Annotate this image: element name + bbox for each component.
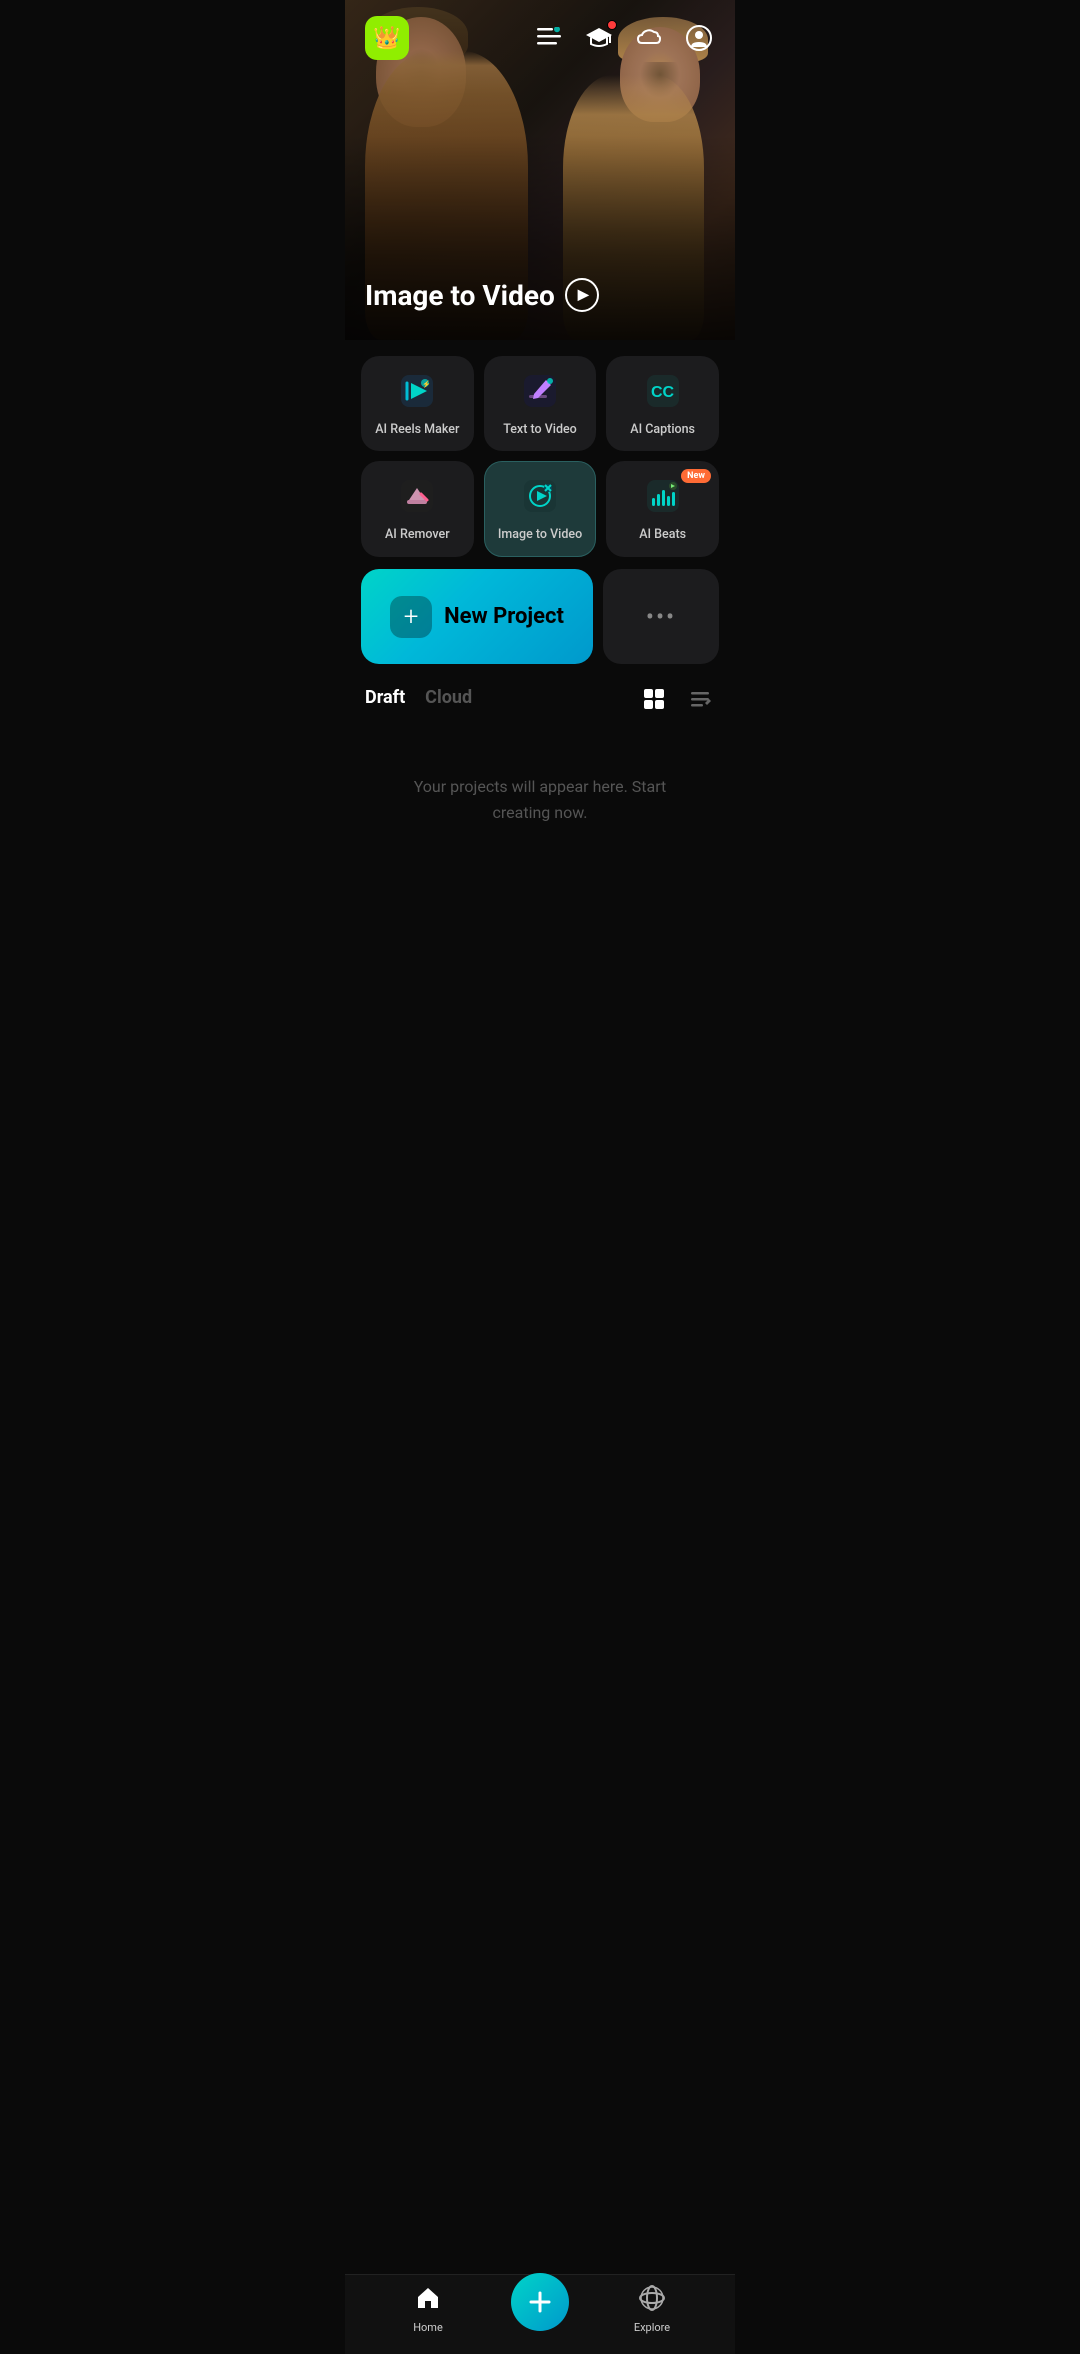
tool-card-ai-remover[interactable]: AI Remover (361, 461, 474, 557)
text-to-video-icon (524, 375, 556, 412)
explore-icon (639, 2285, 665, 2317)
tool-card-ai-captions[interactable]: CC AI Captions (606, 356, 719, 451)
top-nav: 👑 (345, 0, 735, 76)
education-icon[interactable] (583, 22, 615, 54)
more-dots-icon: ••• (646, 603, 676, 631)
ai-captions-icon: CC (647, 375, 679, 412)
tabs-row: Draft Cloud (361, 684, 719, 714)
profile-icon[interactable] (683, 22, 715, 54)
nav-right (533, 22, 715, 54)
svg-text:⚡: ⚡ (422, 379, 431, 388)
app-logo[interactable]: 👑 (365, 16, 409, 60)
tool-card-text-to-video[interactable]: Text to Video (484, 356, 597, 451)
tool-grid: ⚡ AI Reels Maker Text to Video (361, 356, 719, 557)
empty-state: Your projects will appear here. Start cr… (361, 734, 719, 865)
bottom-nav: Home Explore (345, 2274, 735, 2354)
tabs-right (639, 684, 715, 714)
new-badge: New (681, 469, 711, 483)
tab-draft[interactable]: Draft (365, 687, 405, 712)
home-label: Home (413, 2321, 443, 2334)
nav-home[interactable]: Home (345, 2285, 511, 2334)
fab-create-button[interactable] (511, 2273, 569, 2331)
empty-state-text: Your projects will appear here. Start cr… (414, 777, 667, 822)
ai-beats-label: AI Beats (639, 527, 686, 542)
text-to-video-label: Text to Video (503, 422, 577, 437)
new-project-plus-icon: + (390, 596, 432, 638)
tool-card-ai-beats[interactable]: New AI Beats (606, 461, 719, 557)
explore-label: Explore (634, 2321, 670, 2334)
new-project-label: New Project (444, 604, 564, 629)
tab-cloud[interactable]: Cloud (425, 687, 472, 712)
ai-remover-icon (401, 480, 433, 517)
image-to-video-label: Image to Video (498, 527, 582, 542)
image-to-video-icon (524, 480, 556, 517)
ai-remover-label: AI Remover (385, 527, 450, 542)
svg-text:CC: CC (651, 384, 675, 401)
menu-icon[interactable] (533, 22, 565, 54)
hero-play-button[interactable]: ▶ (565, 278, 599, 312)
edit-view-button[interactable] (685, 684, 715, 714)
home-icon (415, 2285, 441, 2317)
hero-title-area[interactable]: Image to Video ▶ (365, 278, 715, 312)
nav-explore[interactable]: Explore (569, 2285, 735, 2334)
new-project-button[interactable]: + New Project (361, 569, 593, 664)
hero-title-text: Image to Video (365, 279, 555, 312)
main-content: ⚡ AI Reels Maker Text to Video (345, 340, 735, 955)
ai-captions-label: AI Captions (630, 422, 695, 437)
ai-reels-maker-icon: ⚡ (401, 375, 433, 412)
hero-section: 👑 (345, 0, 735, 340)
notification-badge (607, 20, 617, 30)
tabs-left: Draft Cloud (365, 687, 472, 712)
ai-reels-maker-label: AI Reels Maker (375, 422, 459, 437)
tool-card-image-to-video[interactable]: Image to Video (484, 461, 597, 557)
bottom-tools-row: + New Project ••• (361, 569, 719, 664)
hero-title[interactable]: Image to Video ▶ (365, 278, 715, 312)
cloud-sync-icon[interactable] (633, 22, 665, 54)
grid-view-button[interactable] (639, 684, 669, 714)
more-options-button[interactable]: ••• (603, 569, 719, 664)
tool-card-ai-reels-maker[interactable]: ⚡ AI Reels Maker (361, 356, 474, 451)
ai-beats-icon (647, 480, 679, 517)
